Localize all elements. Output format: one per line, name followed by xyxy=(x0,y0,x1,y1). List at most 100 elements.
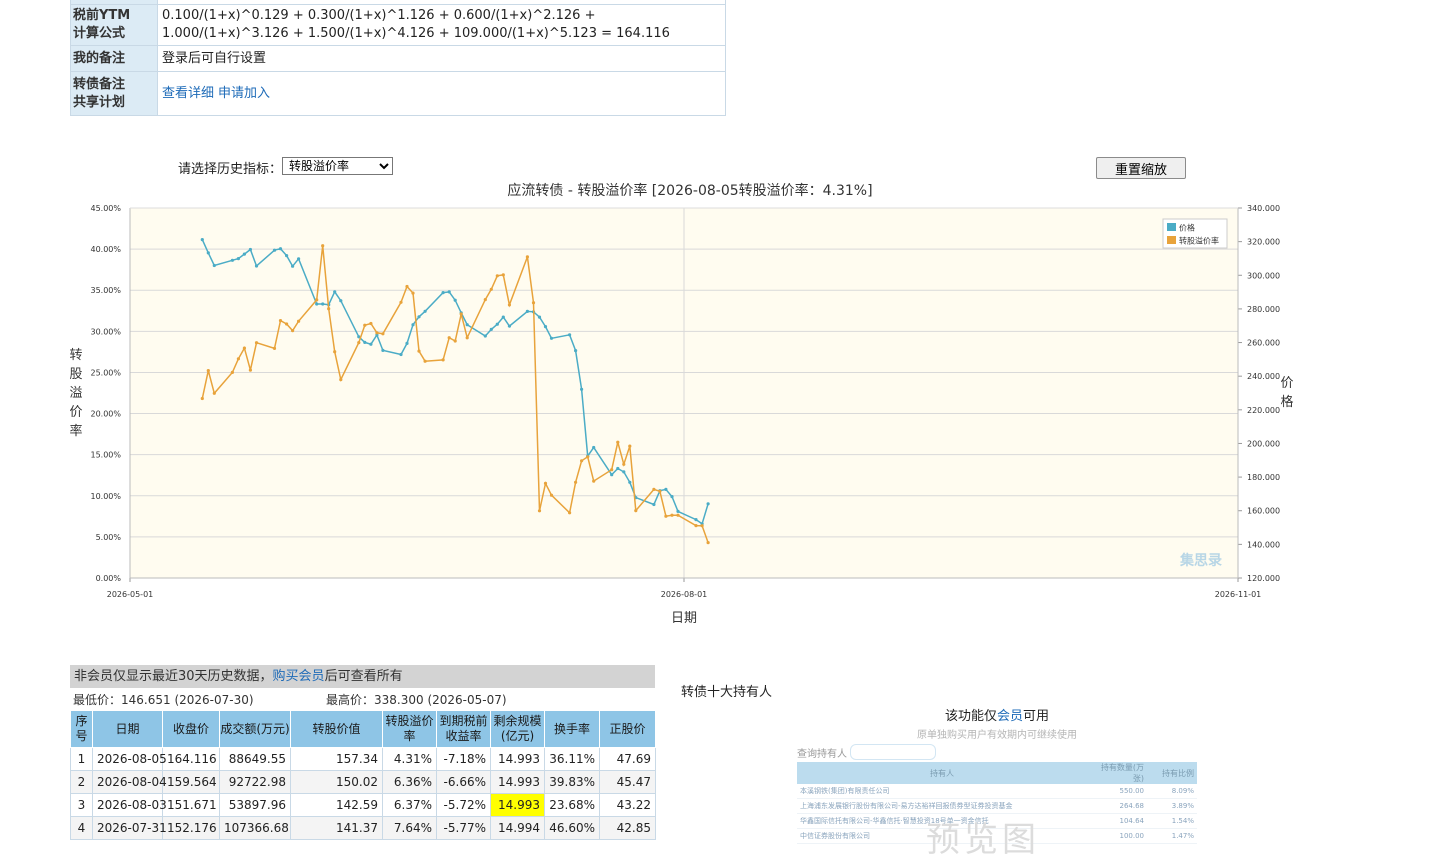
series-point-1[interactable] xyxy=(453,339,457,343)
series-point-0[interactable] xyxy=(670,495,674,499)
series-point-0[interactable] xyxy=(297,257,301,261)
series-point-1[interactable] xyxy=(369,321,373,326)
series-point-0[interactable] xyxy=(285,254,289,258)
series-point-0[interactable] xyxy=(706,502,710,506)
legend-swatch[interactable] xyxy=(1167,236,1176,244)
series-point-1[interactable] xyxy=(278,319,283,323)
series-point-0[interactable] xyxy=(248,247,252,252)
history-header-cell[interactable]: 收盘价 xyxy=(162,710,220,748)
series-point-1[interactable] xyxy=(254,341,259,345)
series-point-1[interactable] xyxy=(568,511,572,515)
series-point-0[interactable] xyxy=(315,302,319,306)
series-point-1[interactable] xyxy=(327,307,331,311)
history-header-cell[interactable]: 剩余规模(亿元) xyxy=(490,710,545,748)
series-point-0[interactable] xyxy=(230,258,234,262)
legend-swatch[interactable] xyxy=(1167,223,1176,231)
series-point-1[interactable] xyxy=(628,444,632,448)
series-point-1[interactable] xyxy=(447,336,451,340)
view-details-link[interactable]: 查看详细 xyxy=(162,86,214,101)
series-point-1[interactable] xyxy=(333,350,337,354)
series-point-0[interactable] xyxy=(423,309,427,313)
series-point-1[interactable] xyxy=(200,396,204,401)
series-point-1[interactable] xyxy=(465,336,469,340)
series-point-1[interactable] xyxy=(315,298,319,302)
series-point-0[interactable] xyxy=(628,480,632,484)
series-point-0[interactable] xyxy=(405,341,409,345)
series-point-1[interactable] xyxy=(230,370,234,374)
series-point-0[interactable] xyxy=(278,247,283,251)
series-point-1[interactable] xyxy=(676,513,680,517)
series-point-1[interactable] xyxy=(459,312,463,316)
series-point-1[interactable] xyxy=(622,462,626,466)
series-point-0[interactable] xyxy=(549,336,554,340)
buy-membership-link[interactable]: 购买会员 xyxy=(273,669,325,684)
series-point-1[interactable] xyxy=(489,287,493,291)
series-point-1[interactable] xyxy=(399,300,403,304)
history-header-cell[interactable]: 到期税前收益率 xyxy=(436,710,491,748)
series-point-0[interactable] xyxy=(574,349,578,353)
series-point-0[interactable] xyxy=(399,352,403,357)
series-point-0[interactable] xyxy=(206,251,210,255)
history-header-cell[interactable]: 转股价值 xyxy=(290,710,383,748)
series-point-1[interactable] xyxy=(543,481,548,485)
series-point-1[interactable] xyxy=(363,323,367,327)
series-point-1[interactable] xyxy=(580,459,584,463)
series-point-0[interactable] xyxy=(453,298,457,302)
series-point-1[interactable] xyxy=(483,298,487,302)
series-point-0[interactable] xyxy=(242,252,246,256)
series-point-0[interactable] xyxy=(254,264,259,268)
series-point-1[interactable] xyxy=(706,541,710,545)
series-point-1[interactable] xyxy=(537,509,542,513)
series-point-0[interactable] xyxy=(610,473,614,477)
series-point-1[interactable] xyxy=(272,346,277,350)
series-point-0[interactable] xyxy=(236,257,240,261)
series-point-1[interactable] xyxy=(417,349,421,353)
series-point-0[interactable] xyxy=(525,309,530,313)
series-point-1[interactable] xyxy=(212,391,216,395)
series-point-0[interactable] xyxy=(676,509,680,513)
series-point-1[interactable] xyxy=(375,331,379,335)
series-point-1[interactable] xyxy=(531,301,536,305)
series-point-0[interactable] xyxy=(616,466,620,471)
membership-link[interactable]: 会员 xyxy=(997,709,1023,724)
series-point-1[interactable] xyxy=(549,493,554,497)
series-point-0[interactable] xyxy=(501,315,505,319)
history-header-cell[interactable]: 换手率 xyxy=(544,710,600,748)
series-point-1[interactable] xyxy=(501,273,505,277)
series-point-0[interactable] xyxy=(652,502,656,507)
series-point-0[interactable] xyxy=(568,333,572,337)
indicator-select[interactable]: 转股溢价率 xyxy=(282,157,393,175)
series-point-1[interactable] xyxy=(700,524,704,528)
series-point-1[interactable] xyxy=(507,303,511,307)
series-point-0[interactable] xyxy=(694,518,698,522)
series-point-1[interactable] xyxy=(694,524,698,528)
series-point-0[interactable] xyxy=(272,248,277,252)
series-point-1[interactable] xyxy=(248,368,252,372)
series-point-1[interactable] xyxy=(339,378,343,382)
series-point-0[interactable] xyxy=(417,315,421,319)
series-point-1[interactable] xyxy=(321,244,325,248)
series-point-1[interactable] xyxy=(291,329,295,333)
series-point-1[interactable] xyxy=(405,284,409,289)
series-point-0[interactable] xyxy=(622,470,626,474)
series-point-1[interactable] xyxy=(670,513,674,517)
series-point-1[interactable] xyxy=(441,358,445,362)
series-point-0[interactable] xyxy=(212,263,216,268)
series-point-0[interactable] xyxy=(495,322,499,326)
series-point-1[interactable] xyxy=(411,291,415,295)
series-point-0[interactable] xyxy=(339,299,343,303)
series-point-0[interactable] xyxy=(200,238,204,242)
series-point-1[interactable] xyxy=(574,480,578,484)
series-point-1[interactable] xyxy=(495,274,499,278)
series-point-0[interactable] xyxy=(592,445,596,450)
history-header-cell[interactable]: 序号 xyxy=(70,710,93,748)
history-header-cell[interactable]: 成交额(万元) xyxy=(219,710,291,748)
series-point-1[interactable] xyxy=(381,332,385,336)
series-point-1[interactable] xyxy=(423,359,427,363)
series-point-1[interactable] xyxy=(592,479,596,483)
series-point-0[interactable] xyxy=(489,327,493,331)
query-holder-input[interactable] xyxy=(850,744,936,760)
series-point-0[interactable] xyxy=(465,323,469,327)
series-point-1[interactable] xyxy=(285,322,289,326)
series-point-0[interactable] xyxy=(363,340,367,344)
